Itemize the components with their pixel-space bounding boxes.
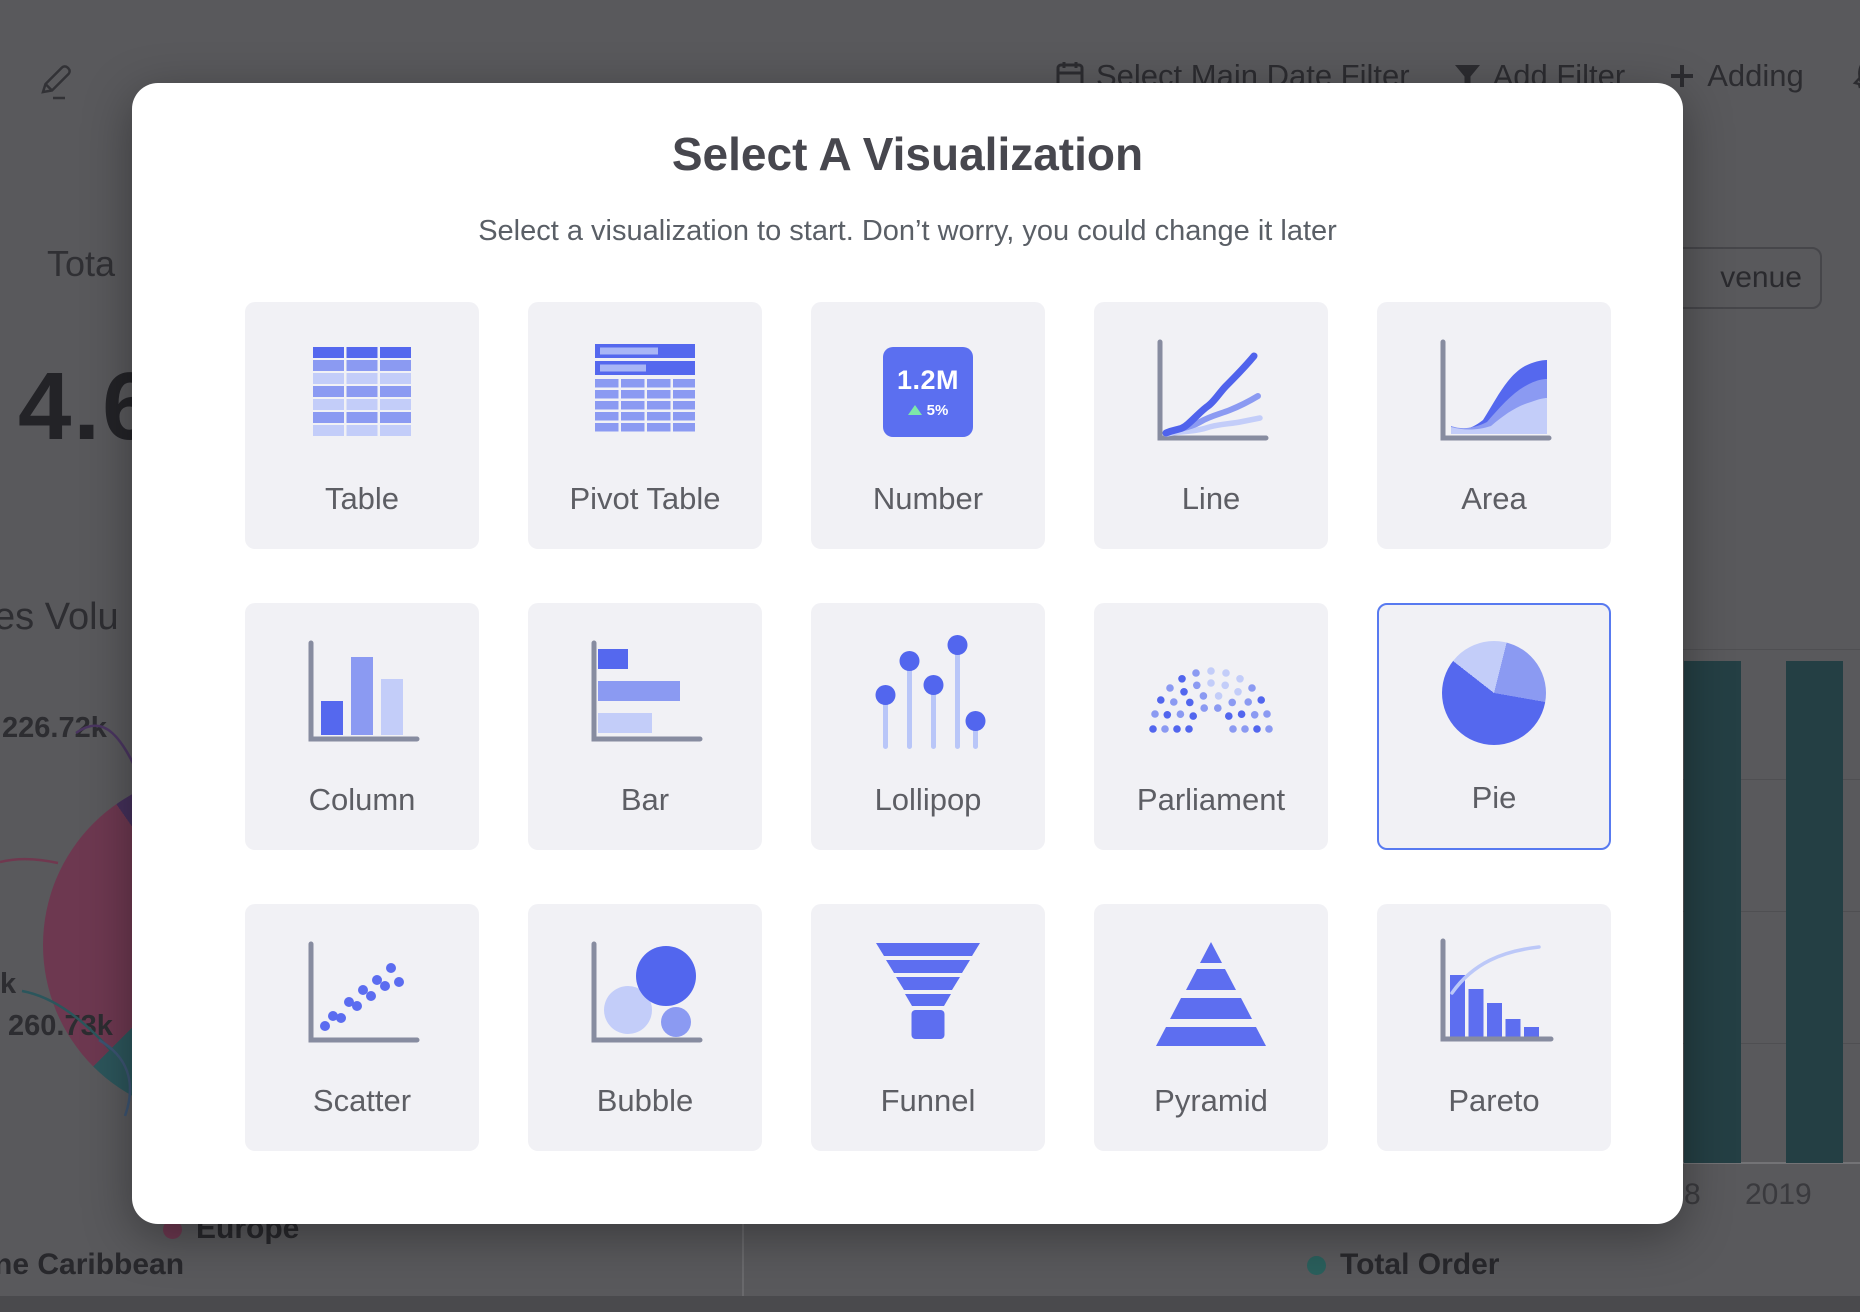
screen: Select Main Date Filter Add Filter Addin… [0,0,1860,1312]
viz-option-line[interactable]: Line [1094,302,1328,549]
viz-option-label: Number [811,481,1045,517]
viz-option-label: Column [245,782,479,818]
legend-item-caribbean[interactable]: ne Caribbean [0,1248,184,1282]
pie-chart-title: es Volu [0,596,119,639]
adding-button[interactable]: Adding [1669,58,1804,94]
viz-option-number[interactable]: 1.2M 5% Number [811,302,1045,549]
number-icon-value: 1.2M [897,365,959,396]
line-chart-icon [1094,302,1328,481]
boost-button[interactable]: B [1848,57,1860,95]
number-icon-delta: 5% [927,402,949,419]
viz-option-label: Scatter [245,1083,479,1119]
revenue-button-label: venue [1720,261,1802,295]
viz-option-label: Pareto [1377,1083,1611,1119]
legend-label-total-order: Total Order [1340,1248,1499,1282]
delta-up-icon [908,405,922,415]
viz-option-label: Bar [528,782,762,818]
viz-option-area[interactable]: Area [1377,302,1611,549]
visualization-grid: Table [245,302,1611,1151]
viz-option-lollipop[interactable]: Lollipop [811,603,1045,850]
x-tick-2019: 2019 [1745,1178,1812,1212]
metric-title: Tota [47,243,115,285]
viz-option-label: Lollipop [811,782,1045,818]
bar-chart-icon [528,603,762,782]
select-visualization-modal: Select A Visualization Select a visualiz… [132,83,1683,1224]
viz-option-parliament[interactable]: Parliament [1094,603,1328,850]
viz-option-pareto[interactable]: Pareto [1377,904,1611,1151]
viz-option-label: Area [1377,481,1611,517]
viz-option-label: Pyramid [1094,1083,1328,1119]
legend-label-caribbean: ne Caribbean [0,1248,184,1282]
viz-option-table[interactable]: Table [245,302,479,549]
lollipop-chart-icon [811,603,1045,782]
viz-option-column[interactable]: Column [245,603,479,850]
plus-icon [1669,63,1695,89]
bar-2018 [1684,661,1741,1163]
funnel-chart-icon [811,904,1045,1083]
pie-label-left: k [0,968,16,1001]
rocket-icon [1848,57,1860,95]
scatter-chart-icon [245,904,479,1083]
column-chart-icon [245,603,479,782]
viz-option-pyramid[interactable]: Pyramid [1094,904,1328,1151]
viz-option-pivot-table[interactable]: Pivot Table [528,302,762,549]
viz-option-bubble[interactable]: Bubble [528,904,762,1151]
viz-option-label: Pivot Table [528,481,762,517]
viz-option-scatter[interactable]: Scatter [245,904,479,1151]
viz-option-funnel[interactable]: Funnel [811,904,1045,1151]
parliament-chart-icon [1094,603,1328,782]
viz-option-pie[interactable]: Pie [1377,603,1611,850]
bar-2019 [1786,661,1843,1163]
viz-option-bar[interactable]: Bar [528,603,762,850]
modal-subtitle: Select a visualization to start. Don’t w… [132,215,1683,248]
x-tick-2018: 8 [1684,1178,1701,1212]
legend-item-total-order[interactable]: Total Order [1307,1248,1499,1282]
area-chart-icon [1377,302,1611,481]
viz-option-label: Parliament [1094,782,1328,818]
pyramid-chart-icon [1094,904,1328,1083]
bottom-strip [0,1296,1860,1312]
pie-leader-line-maroon [0,850,60,872]
viz-option-label: Pie [1379,780,1609,816]
viz-option-label: Bubble [528,1083,762,1119]
edit-pencil-icon[interactable] [38,62,76,107]
pivot-table-icon [528,302,762,481]
table-icon [245,302,479,481]
pareto-chart-icon [1377,904,1611,1083]
pie-chart-icon [1379,605,1609,780]
viz-option-label: Line [1094,481,1328,517]
bubble-chart-icon [528,904,762,1083]
viz-option-label: Funnel [811,1083,1045,1119]
viz-option-label: Table [245,481,479,517]
adding-label: Adding [1707,58,1804,94]
legend-dot-total-order [1307,1256,1326,1275]
number-icon: 1.2M 5% [811,302,1045,481]
modal-title: Select A Visualization [132,127,1683,181]
